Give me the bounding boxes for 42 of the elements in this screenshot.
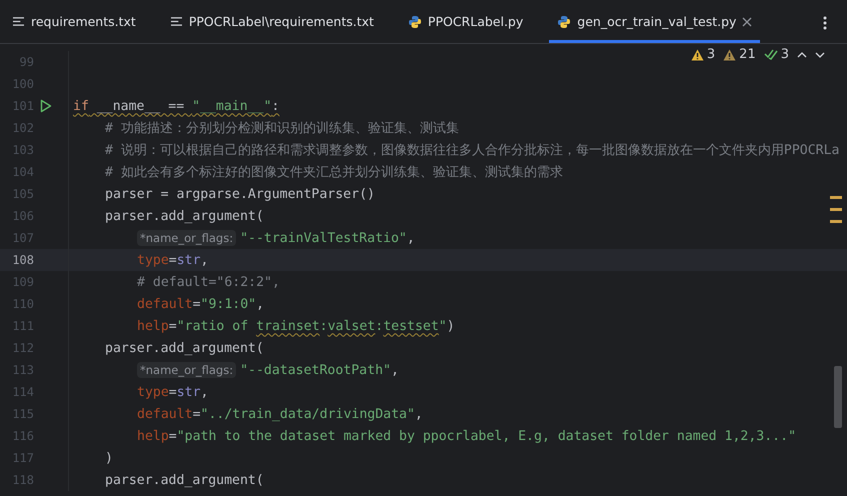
warning-markers-drawing: [830, 196, 842, 223]
scrollbar-thumb[interactable]: [834, 366, 842, 428]
double-check-icon: [764, 49, 778, 60]
code-line: parser = argparse.ArgumentParser(): [105, 186, 375, 202]
code-line: parser.add_argument(: [105, 472, 264, 488]
run-icon[interactable]: [40, 99, 52, 113]
python-icon: [408, 14, 422, 28]
chevron-down-icon[interactable]: [815, 52, 825, 58]
text-file-icon: [12, 16, 25, 27]
code-line: # 说明：可以根据自己的路径和需求调整参数，图像数据往往多人合作分批标注，每一批图像数据放在一个文件夹内用PPOCRLa: [105, 142, 840, 159]
warning-icon: [690, 48, 704, 60]
code-line: if __name__ == "__main__":: [73, 98, 280, 114]
code-line: parser.add_argument(: [105, 208, 264, 224]
code-line: default="../train_data/drivingData",: [137, 406, 423, 422]
code-line: # default="6:2:2",: [137, 274, 280, 290]
editor-tab[interactable]: PPOCRLabel.py: [400, 0, 532, 43]
code-line: # 如此会有多个标注好的图像文件夹汇总并划分训练集、验证集、测试集的需求: [105, 164, 563, 181]
code-line: "--datasetRootPath",: [240, 362, 399, 378]
inspection-count[interactable]: 3: [690, 47, 716, 62]
code-line: # 功能描述：分别划分检测和识别的训练集、验证集、测试集: [105, 120, 459, 137]
editor-tab[interactable]: requirements.txt: [4, 0, 144, 43]
inspection-count[interactable]: 3: [764, 47, 789, 62]
chevron-up-icon[interactable]: [797, 52, 807, 58]
code-line: "--trainValTestRatio",: [240, 230, 415, 246]
code-line: default="9:1:0",: [137, 296, 264, 312]
inspection-count[interactable]: 21: [723, 47, 756, 62]
text-file-icon: [170, 16, 183, 27]
code-line: help="path to the dataset marked by ppocrlabel, E.g, dataset folder named 1,2,3...": [137, 428, 796, 444]
python-icon: [557, 14, 572, 28]
parameter-hint: *name_or_flags:: [137, 362, 236, 378]
warning-icon: [723, 48, 736, 60]
code-line: parser.add_argument(: [105, 340, 264, 356]
editor-tab[interactable]: gen_ocr_train_val_test.py: [549, 0, 760, 43]
code-line: type=str,: [137, 252, 208, 268]
close-icon[interactable]: [742, 16, 752, 26]
code-line: type=str,: [137, 384, 208, 400]
editor-tab[interactable]: PPOCRLabel\requirements.txt: [162, 0, 382, 43]
parameter-hint: *name_or_flags:: [137, 230, 236, 246]
code-line: help="ratio of trainset:valset:testset"): [137, 318, 455, 334]
more-options-icon[interactable]: [823, 16, 827, 30]
code-line: ): [105, 450, 113, 466]
line-number: 108: [11, 253, 34, 267]
